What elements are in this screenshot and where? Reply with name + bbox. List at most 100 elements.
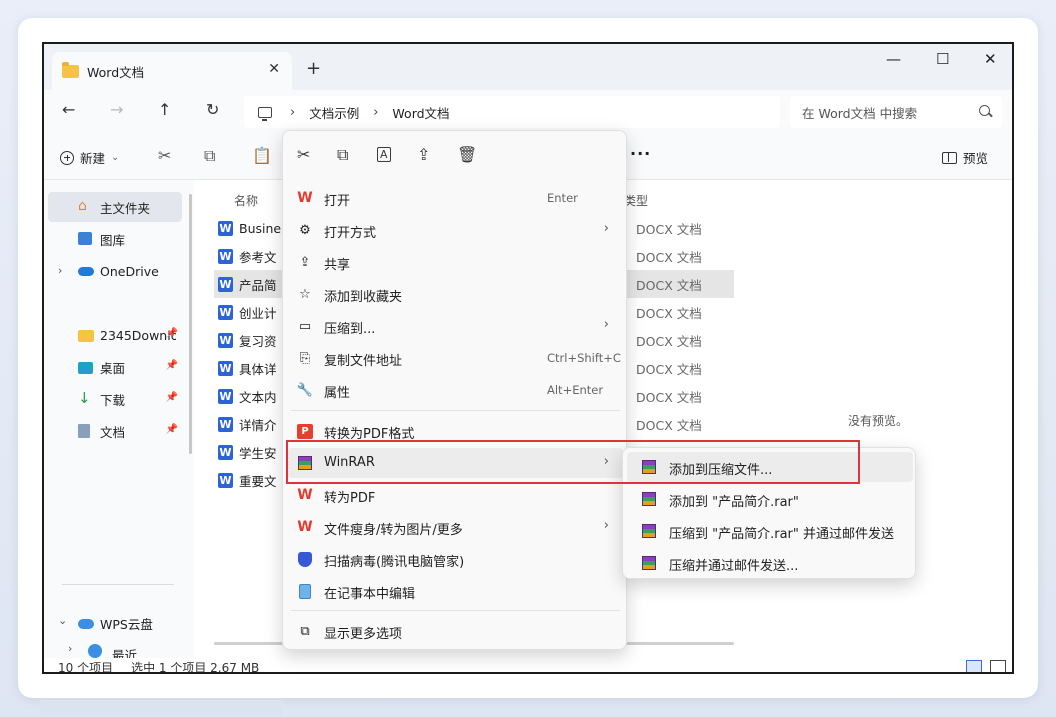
status-bar: 10 个项目 选中 1 个项目 2.67 MB — [44, 658, 1012, 674]
menu-item-share[interactable]: ⇪ 共享 — [287, 247, 623, 277]
sidebar-item-desktop[interactable]: 桌面 📌 — [48, 352, 182, 382]
decorative-bar — [40, 700, 282, 716]
selection-info: 选中 1 个项目 2.67 MB — [131, 660, 260, 674]
word-doc-icon: W — [218, 444, 233, 460]
chevron-right-icon[interactable]: › — [68, 642, 72, 655]
menu-item-virus-scan[interactable]: 扫描病毒(腾讯电脑管家) — [287, 544, 623, 574]
cut-icon[interactable]: ✂ — [297, 145, 310, 164]
winrar-icon — [642, 556, 656, 570]
breadcrumb-doc-examples[interactable]: 文档示例 — [309, 103, 359, 122]
shortcut-text: Alt+Enter — [547, 383, 604, 397]
chevron-right-icon[interactable]: › — [58, 264, 62, 277]
preview-pane-icon — [942, 151, 957, 164]
menu-separator — [291, 410, 620, 411]
rename-icon[interactable]: A — [377, 147, 391, 162]
shield-icon — [298, 551, 312, 567]
tab-close-icon[interactable]: ✕ — [268, 61, 280, 77]
new-tab-button[interactable]: + — [306, 58, 321, 79]
address-bar[interactable]: › 文档示例 › Word文档 — [244, 96, 780, 128]
pin-icon: 📌 — [165, 360, 178, 371]
back-button[interactable]: ← — [62, 100, 75, 119]
word-doc-icon: W — [218, 472, 233, 488]
forward-button[interactable]: → — [110, 100, 123, 119]
sidebar-item-onedrive[interactable]: › OneDrive — [48, 256, 182, 286]
sidebar-item-wps-cloud[interactable]: ⌄ WPS云盘 — [48, 608, 182, 638]
new-label: 新建 — [80, 151, 106, 166]
download-icon: ↓ — [78, 389, 91, 407]
sidebar-item-downloads[interactable]: ↓ 下载 📌 — [48, 384, 182, 414]
chevron-right-icon: › — [603, 221, 609, 236]
copy-icon[interactable]: ⧉ — [204, 146, 215, 166]
chevron-down-icon: ⌄ — [111, 152, 120, 163]
cloud-icon — [78, 619, 94, 629]
document-icon — [78, 424, 90, 438]
search-input[interactable]: 在 Word文档 中搜索 — [790, 96, 1002, 128]
chevron-right-icon: › — [603, 518, 609, 533]
sidebar-scrollbar[interactable] — [189, 194, 192, 454]
menu-item-slim-more[interactable]: W 文件瘦身/转为图片/更多 › — [287, 512, 623, 542]
winrar-icon — [642, 492, 656, 506]
sidebar-item-downloads-2345[interactable]: 2345Downlo 📌 — [48, 320, 182, 350]
menu-item-show-more-options[interactable]: ⧉ 显示更多选项 — [287, 616, 623, 646]
column-header-name[interactable]: 名称 — [234, 192, 258, 209]
refresh-button[interactable]: ↻ — [206, 100, 219, 119]
notepad-icon — [299, 583, 311, 599]
context-quick-actions: ✂ ⧉ A ⇪ 🗑 — [283, 131, 626, 179]
menu-item-add-favorite[interactable]: ☆ 添加到收藏夹 — [287, 279, 623, 309]
pin-icon: 📌 — [165, 392, 178, 403]
no-preview-text: 没有预览。 — [848, 414, 909, 428]
more-options-icon: ⧉ — [300, 623, 310, 639]
paste-icon[interactable]: 📋 — [252, 146, 272, 165]
sidebar-item-home[interactable]: ⌂ 主文件夹 — [48, 192, 182, 222]
shortcut-text: Ctrl+Shift+C — [547, 351, 621, 365]
menu-item-edit-notepad[interactable]: 在记事本中编辑 — [287, 576, 623, 606]
sidebar-item-recent[interactable]: › 最近 — [48, 638, 182, 658]
word-doc-icon: W — [218, 248, 233, 264]
archive-icon: ▭ — [298, 318, 312, 334]
word-doc-icon: W — [218, 220, 233, 236]
menu-item-copy-path[interactable]: ⎘ 复制文件地址 Ctrl+Shift+C — [287, 343, 623, 373]
new-button[interactable]: 新建 ⌄ — [60, 148, 119, 167]
breadcrumb-word-docs[interactable]: Word文档 — [392, 103, 449, 122]
maximize-button[interactable]: ☐ — [936, 50, 949, 68]
delete-icon[interactable]: 🗑 — [457, 145, 477, 164]
submenu-item-compress-email[interactable]: 压缩并通过邮件发送... — [627, 548, 913, 578]
folder-icon — [78, 330, 94, 342]
word-doc-icon: W — [218, 416, 233, 432]
folder-icon — [62, 61, 79, 78]
menu-item-to-pdf[interactable]: W 转为PDF — [287, 480, 623, 510]
menu-item-properties[interactable]: 🔧 属性 Alt+Enter — [287, 375, 623, 405]
up-button[interactable]: ↑ — [158, 100, 171, 119]
menu-item-open-with[interactable]: ⚙ 打开方式 › — [287, 215, 623, 245]
menu-item-compress-to[interactable]: ▭ 压缩到... › — [287, 311, 623, 341]
gallery-icon — [78, 232, 92, 245]
more-options-button[interactable]: ··· — [630, 144, 651, 163]
chevron-down-icon[interactable]: ⌄ — [58, 614, 67, 627]
menu-item-open[interactable]: W 打开 Enter — [287, 183, 623, 213]
pin-icon: 📌 — [165, 424, 178, 435]
word-doc-icon: W — [218, 360, 233, 376]
desktop-icon — [78, 362, 93, 374]
column-header-type[interactable]: 类型 — [624, 192, 648, 209]
tiles-view-icon[interactable] — [990, 660, 1006, 672]
share-icon[interactable]: ⇪ — [417, 145, 430, 164]
submenu-item-compress-email-rar[interactable]: 压缩到 "产品简介.rar" 并通过邮件发送 — [627, 516, 913, 546]
item-count: 10 个项目 — [58, 660, 114, 674]
close-button[interactable]: ✕ — [984, 50, 997, 68]
title-bar: Word文档 ✕ + — ☐ ✕ — [44, 44, 1012, 90]
wps-icon: W — [297, 487, 313, 503]
details-view-icon[interactable] — [966, 660, 982, 672]
minimize-button[interactable]: — — [886, 50, 901, 68]
sidebar-item-documents[interactable]: 文档 📌 — [48, 416, 182, 446]
cut-icon[interactable]: ✂ — [158, 146, 171, 165]
home-icon: ⌂ — [78, 198, 87, 214]
preview-button[interactable]: 预览 — [942, 148, 988, 167]
plus-circle-icon — [60, 150, 74, 165]
copy-icon[interactable]: ⧉ — [337, 145, 348, 165]
tab-word-docs[interactable]: Word文档 ✕ — [52, 52, 292, 90]
breadcrumb-separator[interactable]: › — [373, 105, 378, 120]
word-doc-icon: W — [218, 304, 233, 320]
breadcrumb-separator[interactable]: › — [290, 105, 295, 120]
sidebar-item-gallery[interactable]: 图库 — [48, 224, 182, 254]
submenu-item-add-to-rar[interactable]: 添加到 "产品简介.rar" — [627, 484, 913, 514]
